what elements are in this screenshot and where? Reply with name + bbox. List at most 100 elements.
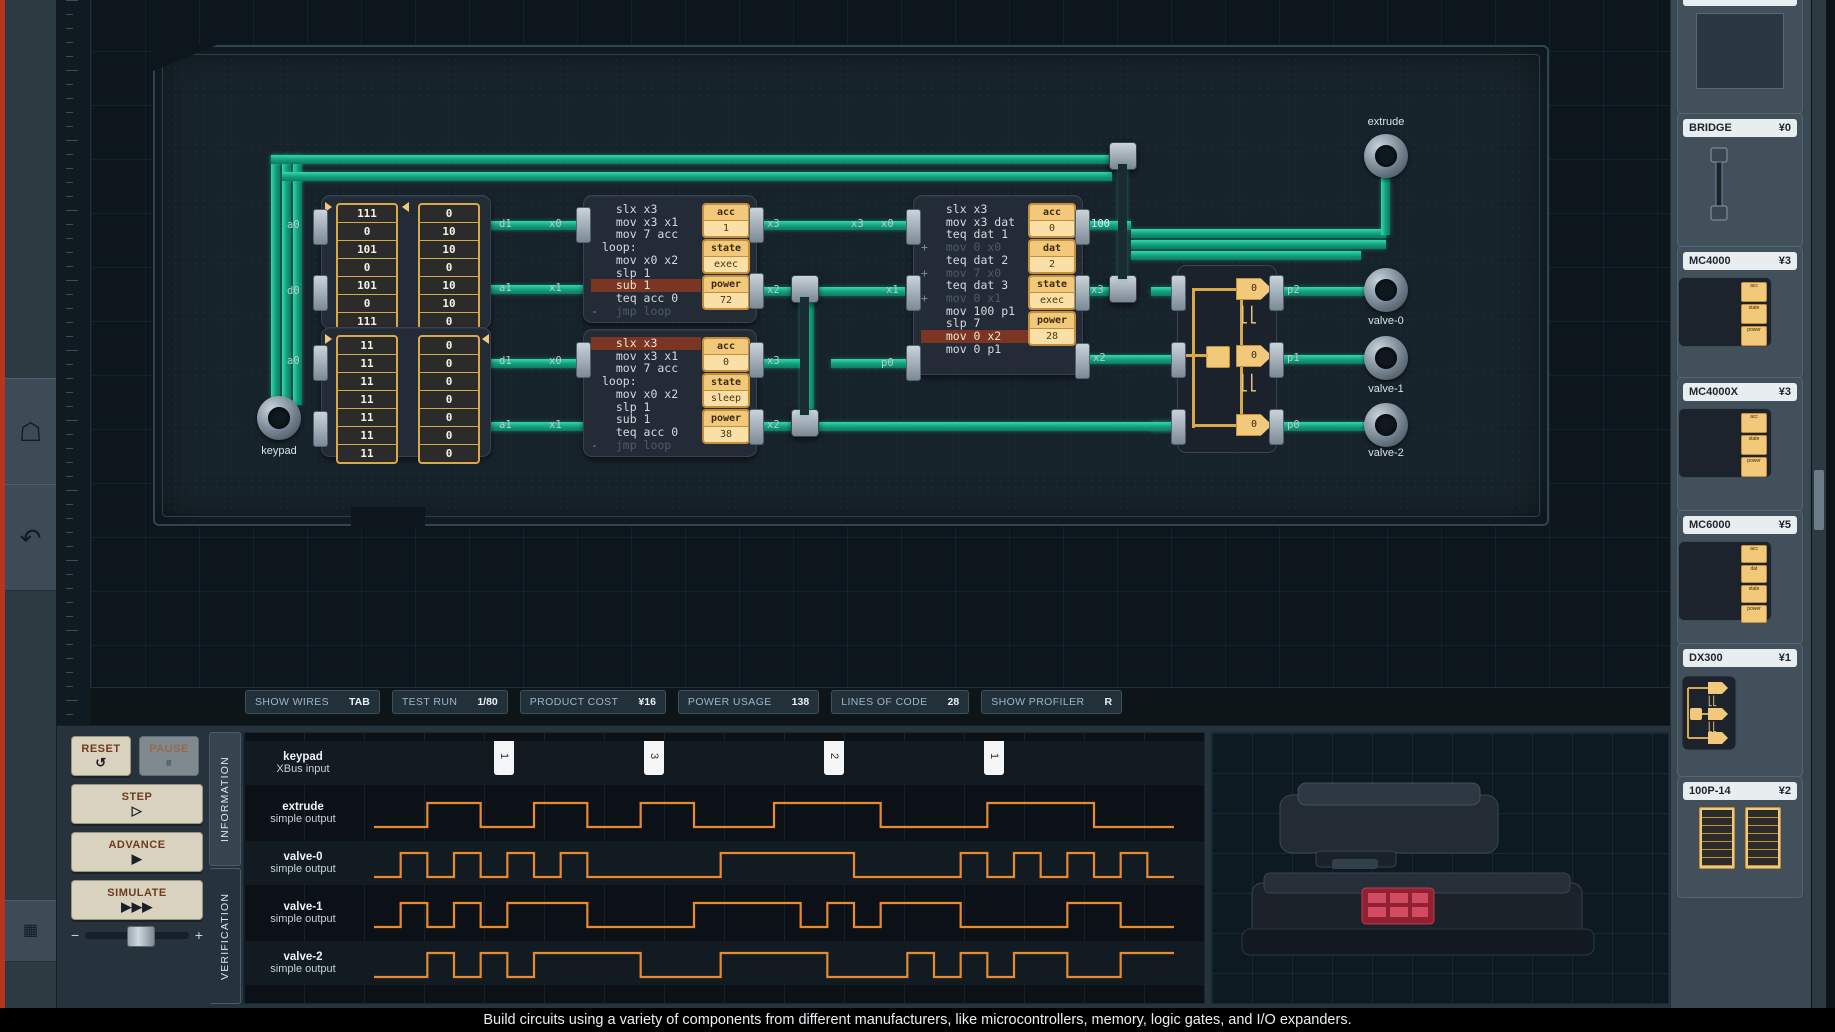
mc4000-bottom-port-x2[interactable] [749,409,764,445]
mc6000-code[interactable]: slx x3 mov x3 dat teq dat 1+ mov 0 x0 te… [921,203,1031,355]
valve0-socket[interactable] [1364,268,1408,312]
memory-cell[interactable]: 10 [420,223,478,241]
code-line[interactable]: - jmp loop [591,305,701,318]
mem1-port-d0[interactable] [313,275,328,311]
tab-information[interactable]: INFORMATION [209,732,241,866]
memory-column-left[interactable]: 111010101010111 [336,203,398,332]
mc4000-top-port-in[interactable] [576,207,591,243]
mc6000-out-x2[interactable] [1075,343,1090,379]
circuit-board-area[interactable]: 111010101010111 01010010100 a0 d0 d1 x0 … [90,0,1670,696]
mc6000-port-p0[interactable] [906,345,921,381]
memory-cell[interactable]: 10 [420,277,478,295]
memory-cell[interactable]: 111 [338,205,396,223]
speed-knob[interactable] [127,926,155,947]
mem1-port-a0[interactable] [313,209,328,245]
palette-item-mc4000[interactable]: MC4000¥3accstatepower [1677,246,1803,378]
memory-cell[interactable]: 101 [338,241,396,259]
mc4000-top-port-x2[interactable] [749,273,764,309]
pause-button[interactable]: PAUSE ⏸ [139,736,199,776]
memory-cell[interactable]: 11 [338,373,396,391]
dx300-out-p1[interactable] [1269,342,1284,378]
signal-row[interactable]: valve-1simple output [244,891,1204,935]
speed-track[interactable] [85,932,189,939]
mc6000-port-x3[interactable] [906,209,921,245]
memory-block-1[interactable]: 111010101010111 01010010100 [321,195,491,329]
advance-button[interactable]: ADVANCE ▶ [71,832,203,872]
mc6000-port-x1[interactable] [906,275,921,311]
status-item[interactable]: SHOW WIRESTAB [245,690,380,714]
code-line[interactable]: + mov 0 x1 [921,292,1031,305]
mem2-port-d0[interactable] [313,411,328,447]
palette-item-note[interactable]: NOTE¥0 [1677,0,1803,114]
dx300-gate-p0[interactable]: 0 [1236,414,1272,436]
mc6000-out-100[interactable] [1075,209,1090,245]
memory-cell[interactable]: 0 [338,259,396,277]
mc6000-out-x3[interactable] [1075,275,1090,311]
chip-button[interactable]: ▦ [5,900,56,962]
mc4000-bottom-port-x3[interactable] [749,342,764,378]
dx300-out-p0[interactable] [1269,409,1284,445]
mc4000-bottom-code[interactable]: slx x3 mov x3 x1 mov 7 accloop: mov x0 x… [591,337,701,451]
dx300-out-p2[interactable] [1269,275,1284,311]
memory-cell[interactable]: 10 [420,241,478,259]
memory-cell[interactable]: 0 [420,391,478,409]
palette-item-100p-14[interactable]: 100P-14¥2 [1677,776,1803,898]
code-line[interactable]: - jmp loop [591,439,701,452]
valve2-socket[interactable] [1364,403,1408,447]
signal-row[interactable]: valve-0simple output [244,841,1204,885]
memory-cell[interactable]: 0 [420,445,478,462]
tab-verification[interactable]: VERIFICATION [209,868,241,1004]
code-line[interactable]: teq acc 0 [591,426,701,439]
palette-item-mc6000[interactable]: MC6000¥5accdatstatepower [1677,510,1803,644]
code-line[interactable]: teq acc 0 [591,292,701,305]
speed-slider[interactable]: − + [71,927,203,943]
status-item[interactable]: POWER USAGE138 [678,690,819,714]
palette-item-dx300[interactable]: DX300¥1⎣⎣⎣⎣ [1677,643,1803,777]
memory-column-right[interactable]: 0000000 [418,335,480,464]
palette-scrollbar[interactable] [1812,0,1826,1008]
dx300-in-bot[interactable] [1171,409,1186,445]
dx300-in-top[interactable] [1171,275,1186,311]
home-button[interactable]: ☖ [5,378,56,485]
reset-button[interactable]: RESET ↺ [71,736,131,776]
mc4000-top-code[interactable]: slx x3 mov x3 x1 mov 7 accloop: mov x0 x… [591,203,701,317]
keypad-socket[interactable] [257,396,301,440]
memory-cell[interactable]: 0 [338,223,396,241]
code-line[interactable]: loop: [591,375,701,388]
memory-cell[interactable]: 11 [338,337,396,355]
memory-block-2[interactable]: 11111111111111 0000000 [321,327,491,457]
palette-item-mc4000x[interactable]: MC4000X¥3accstatepower [1677,377,1803,511]
palette-item-bridge[interactable]: BRIDGE¥0 [1677,113,1803,247]
code-line[interactable]: slx x3 [921,203,1031,216]
dx300-in-mid[interactable] [1171,342,1186,378]
code-line[interactable]: teq dat 2 [921,254,1031,267]
code-line[interactable]: mov x0 x2 [591,388,701,401]
memory-cell[interactable]: 0 [420,409,478,427]
code-line[interactable]: + mov 0 x0 [921,241,1031,254]
status-item[interactable]: TEST RUN1/80 [392,690,508,714]
memory-cell[interactable]: 0 [420,337,478,355]
code-line[interactable]: loop: [591,241,701,254]
memory-cell[interactable]: 11 [338,445,396,462]
code-line[interactable]: mov 0 x2 [921,330,1031,343]
mc6000[interactable]: slx x3 mov x3 dat teq dat 1+ mov 0 x0 te… [913,195,1083,375]
status-item[interactable]: SHOW PROFILERR [981,690,1122,714]
memory-cell[interactable]: 11 [338,427,396,445]
dx300-gate-p1[interactable]: 0 [1236,345,1272,367]
memory-cell[interactable]: 11 [338,355,396,373]
signal-row[interactable]: keypadXBus input [244,741,1204,785]
memory-cell[interactable]: 10 [420,295,478,313]
palette-scroll-thumb[interactable] [1814,470,1824,530]
memory-cell[interactable]: 101 [338,277,396,295]
code-line[interactable]: slx x3 [591,203,701,216]
mc4000-bottom-port-in[interactable] [576,342,591,378]
signal-row[interactable]: valve-2simple output [244,941,1204,985]
component-palette[interactable]: NOTE¥0BRIDGE¥0MC4000¥3accstatepowerMC400… [1670,0,1811,1008]
simulate-button[interactable]: SIMULATE ▶▶▶ [71,880,203,920]
memory-cell[interactable]: 0 [420,427,478,445]
mem2-port-a0[interactable] [313,345,328,381]
memory-cell[interactable]: 11 [338,391,396,409]
dx300-component[interactable]: 0 0 0 ⎣⎣ ⎣⎣ [1177,265,1277,453]
dx300-gate-p2[interactable]: 0 [1236,278,1272,300]
extrude-socket[interactable] [1364,134,1408,178]
